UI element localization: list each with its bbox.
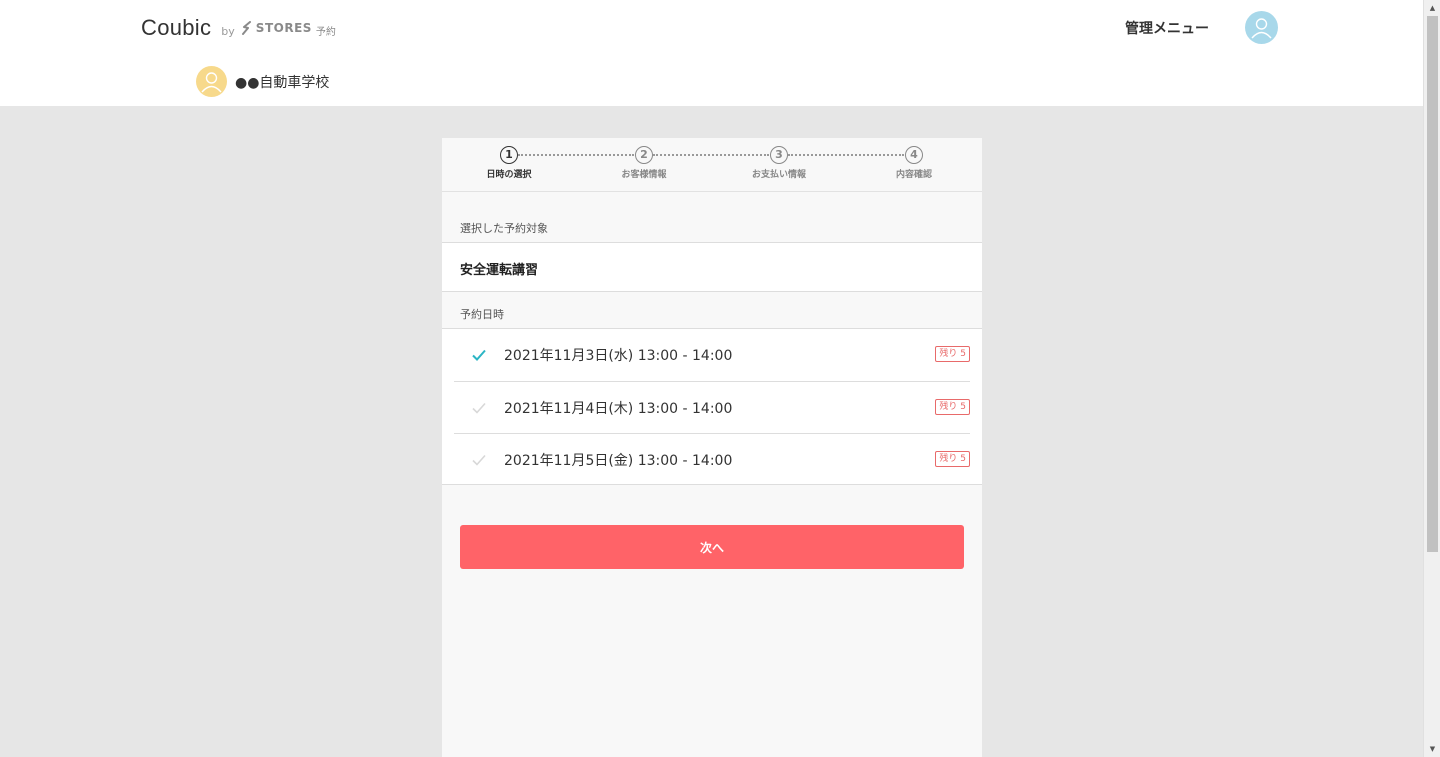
shop-avatar-icon xyxy=(196,66,227,97)
step-label: お客様情報 xyxy=(621,170,667,180)
logo-yoyaku-text: 予約 xyxy=(315,27,336,38)
coubic-logo[interactable]: Coubic by STORES 予約 xyxy=(141,15,336,41)
step-4: 4 内容確認 xyxy=(864,146,964,180)
user-avatar-icon[interactable] xyxy=(1245,11,1278,44)
step-number: 3 xyxy=(770,146,788,164)
target-section-label: 選択した予約対象 xyxy=(460,222,548,235)
step-2: 2 お客様情報 xyxy=(594,146,694,180)
next-button[interactable]: 次へ xyxy=(460,525,964,569)
datetime-section-label: 予約日時 xyxy=(460,308,504,321)
user-silhouette-icon xyxy=(1251,18,1272,39)
booking-card: 1 日時の選択 2 お客様情報 3 お支払い情報 4 内容確認 選択した予約対象… xyxy=(442,138,982,757)
scroll-up-arrow-icon[interactable]: ▲ xyxy=(1424,0,1440,16)
remaining-badge: 残り 5 xyxy=(935,399,970,415)
target-value: 安全運転講習 xyxy=(460,263,539,278)
progress-steps: 1 日時の選択 2 お客様情報 3 お支払い情報 4 内容確認 xyxy=(442,138,982,192)
step-label: お支払い情報 xyxy=(751,170,806,180)
page-scrollbar[interactable]: ▲ ▼ xyxy=(1423,0,1440,757)
check-icon xyxy=(467,402,491,414)
logo-by-text: by xyxy=(221,25,235,38)
step-label: 内容確認 xyxy=(895,170,932,180)
time-slot[interactable]: 2021年11月5日(金) 13:00 - 14:00 残り 5 xyxy=(454,433,970,485)
scroll-down-arrow-icon[interactable]: ▼ xyxy=(1424,741,1440,757)
shop-info: ●●自動車学校 xyxy=(196,66,329,97)
stores-logo: STORES xyxy=(241,21,312,35)
time-slot-text: 2021年11月4日(木) 13:00 - 14:00 xyxy=(504,400,733,417)
time-slot-text: 2021年11月5日(金) 13:00 - 14:00 xyxy=(504,452,733,469)
time-slot-text: 2021年11月3日(水) 13:00 - 14:00 xyxy=(504,348,733,364)
scroll-thumb[interactable] xyxy=(1427,16,1438,552)
check-icon xyxy=(467,349,491,361)
target-box: 安全運転講習 xyxy=(442,242,982,292)
admin-menu-button[interactable]: 管理メニュー xyxy=(1125,18,1209,38)
remaining-badge: 残り 5 xyxy=(935,451,970,467)
time-slot-list: 2021年11月3日(水) 13:00 - 14:00 残り 5 2021年11… xyxy=(442,328,982,485)
logo-main-text: Coubic xyxy=(141,15,212,40)
header: Coubic by STORES 予約 管理メニュー ●●自動車学校 xyxy=(0,0,1423,106)
step-1: 1 日時の選択 xyxy=(459,146,559,180)
shop-name: ●●自動車学校 xyxy=(235,74,330,91)
step-number: 4 xyxy=(905,146,923,164)
step-3: 3 お支払い情報 xyxy=(729,146,829,180)
step-number: 2 xyxy=(635,146,653,164)
check-icon xyxy=(467,454,491,466)
time-slot[interactable]: 2021年11月4日(木) 13:00 - 14:00 残り 5 xyxy=(454,381,970,433)
stores-mark-icon xyxy=(241,21,251,35)
time-slot[interactable]: 2021年11月3日(水) 13:00 - 14:00 残り 5 xyxy=(454,329,970,381)
step-label: 日時の選択 xyxy=(486,170,532,180)
remaining-badge: 残り 5 xyxy=(935,346,970,362)
logo-stores-text: STORES xyxy=(255,21,312,35)
step-number: 1 xyxy=(500,146,518,164)
shop-silhouette-icon xyxy=(201,72,222,93)
